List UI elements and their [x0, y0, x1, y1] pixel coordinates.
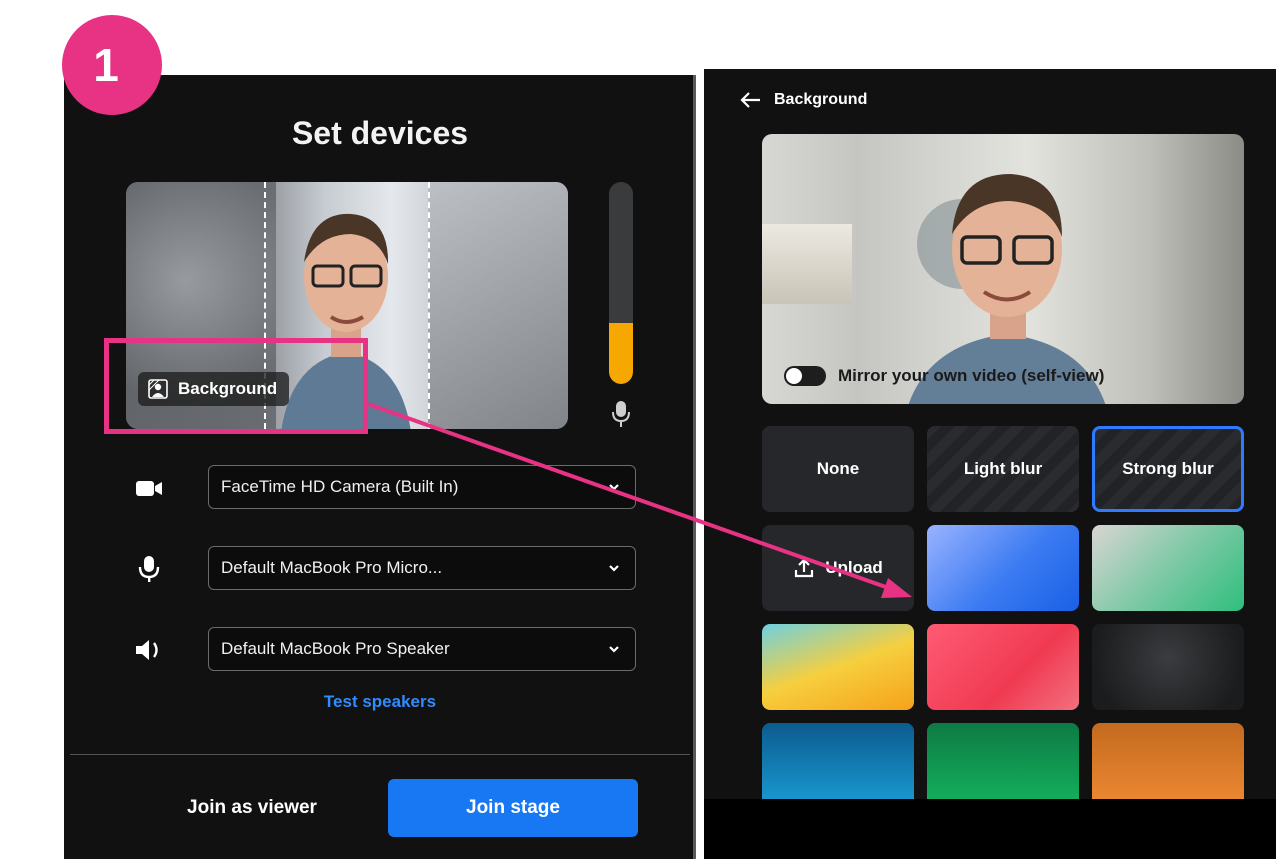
panel-edge: [693, 75, 696, 859]
background-option-green-gradient[interactable]: [1092, 525, 1244, 611]
background-option-strong-blur[interactable]: Strong blur: [1092, 426, 1244, 512]
blurred-background-right: [428, 182, 568, 429]
mirror-video-toggle[interactable]: [784, 366, 826, 386]
mirror-video-label: Mirror your own video (self-view): [838, 366, 1105, 385]
background-options-grid: None Light blur Strong blur Upload: [762, 426, 1244, 809]
join-stage-button[interactable]: Join stage: [388, 779, 638, 837]
option-label: Strong blur: [1122, 459, 1214, 478]
background-option-none[interactable]: None: [762, 426, 914, 512]
background-option-red-waves[interactable]: [927, 624, 1079, 710]
page-title: Set devices: [291, 115, 469, 151]
speaker-select[interactable]: Default MacBook Pro Speaker: [208, 627, 636, 671]
microphone-select-value: Default MacBook Pro Micro...: [221, 558, 443, 577]
option-label: Upload: [825, 558, 883, 577]
divider: [70, 754, 690, 755]
background-panel: Background Mirror your own video (self-v…: [704, 69, 1276, 859]
background-option-orange[interactable]: [1092, 723, 1244, 809]
speaker-row: Default MacBook Pro Speaker: [134, 627, 640, 673]
set-devices-panel: Set devices Background FaceTime HD Camer…: [64, 75, 696, 859]
background-preview: Mirror your own video (self-view): [762, 134, 1244, 404]
background-option-dark[interactable]: [1092, 624, 1244, 710]
panel-footer: [704, 799, 1276, 859]
step-number-badge: 1: [62, 15, 162, 115]
mic-level-fill: [609, 323, 633, 384]
panel-header-title: Background: [774, 91, 868, 108]
background-option-upload[interactable]: Upload: [762, 525, 914, 611]
microphone-select[interactable]: Default MacBook Pro Micro...: [208, 546, 636, 590]
camera-select-value: FaceTime HD Camera (Built In): [221, 477, 459, 496]
mic-level-meter: [609, 182, 633, 384]
microphone-icon: [138, 556, 160, 582]
bookshelf: [762, 224, 852, 304]
chevron-down-icon: [609, 646, 619, 653]
speaker-select-value: Default MacBook Pro Speaker: [221, 639, 450, 658]
blur-boundary-right: [428, 182, 430, 429]
background-option-emerald[interactable]: [927, 723, 1079, 809]
microphone-icon: [612, 401, 630, 427]
chevron-down-icon: [609, 484, 619, 491]
background-option-light-blur[interactable]: Light blur: [927, 426, 1079, 512]
upload-icon: [795, 558, 814, 578]
speaker-icon: [136, 640, 158, 660]
option-label: None: [816, 459, 860, 478]
arrow-left-icon: [740, 92, 760, 108]
microphone-row: Default MacBook Pro Micro...: [134, 546, 640, 592]
background-button-highlight: [104, 338, 368, 434]
test-speakers-link[interactable]: Test speakers: [64, 692, 696, 712]
camera-row: FaceTime HD Camera (Built In): [134, 465, 640, 511]
camera-icon: [136, 481, 162, 496]
option-label: Light blur: [963, 459, 1043, 478]
join-as-viewer-button[interactable]: Join as viewer: [162, 779, 342, 837]
camera-select[interactable]: FaceTime HD Camera (Built In): [208, 465, 636, 509]
mirror-video-row: Mirror your own video (self-view): [784, 366, 1104, 386]
chevron-down-icon: [609, 565, 619, 572]
back-button[interactable]: Background: [740, 91, 867, 109]
background-option-yellow-gradient[interactable]: [762, 624, 914, 710]
background-option-blue-gradient[interactable]: [927, 525, 1079, 611]
background-option-ocean[interactable]: [762, 723, 914, 809]
